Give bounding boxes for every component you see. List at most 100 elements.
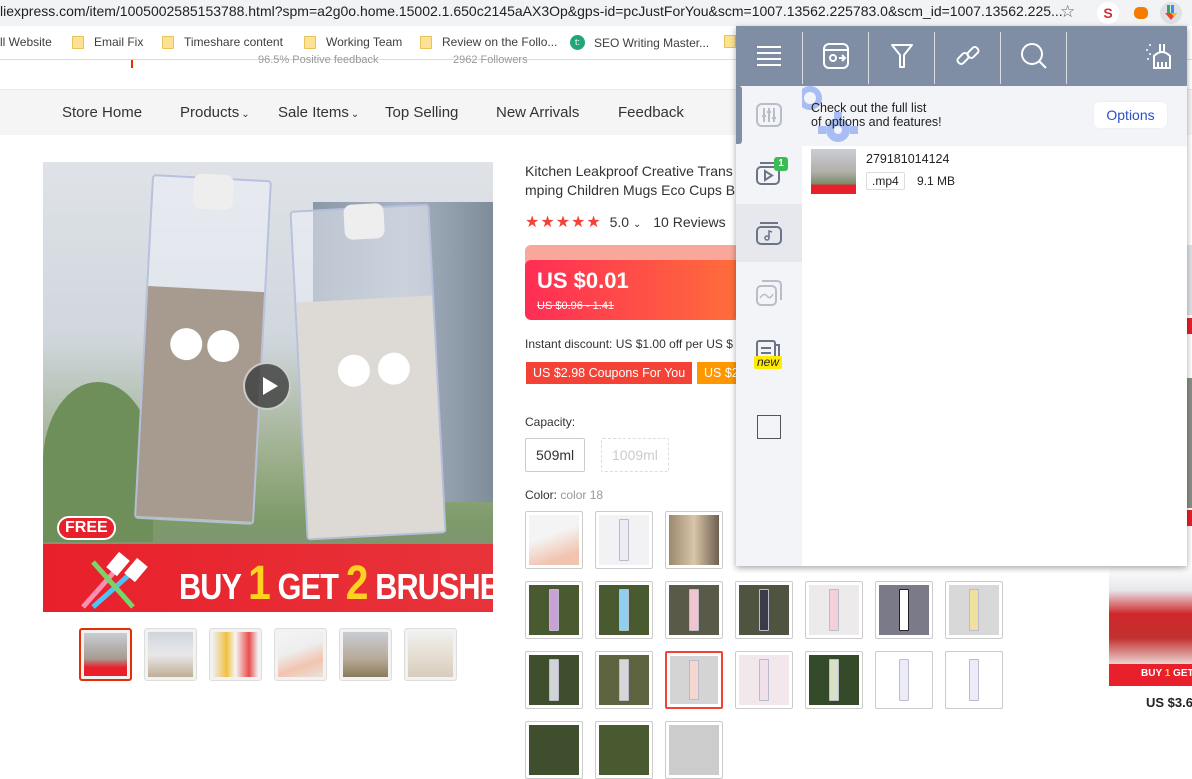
color-swatch[interactable] [735, 581, 793, 639]
color-swatch[interactable] [945, 581, 1003, 639]
settings-export-button[interactable] [803, 26, 869, 86]
popup-sidebar: 1 new [736, 86, 802, 566]
nav-top-selling[interactable]: Top Selling [385, 104, 458, 121]
bookmark-item[interactable]: t: SEO Writing Master... [570, 35, 709, 50]
color-swatch[interactable] [735, 651, 793, 709]
checkbox-icon[interactable] [757, 415, 781, 439]
bookmark-item[interactable]: Email Fix [72, 35, 143, 49]
brushes-icon [81, 552, 148, 609]
coupon-badge[interactable]: US $2 [697, 362, 737, 384]
main-product-image[interactable]: BUY 1 GET 2 BRUSHES FREE [43, 162, 493, 612]
coupon-badge[interactable]: US $2.98 Coupons For You [526, 362, 693, 384]
link-button[interactable] [935, 26, 1001, 86]
bookmark-item[interactable]: Timeshare content [162, 35, 283, 49]
color-swatch[interactable] [805, 581, 863, 639]
seo-extension-icon[interactable]: S [1097, 2, 1119, 24]
swatch-bottle [619, 589, 629, 631]
swatch-image [529, 655, 579, 705]
color-swatch[interactable] [805, 651, 863, 709]
swatch-bottle [619, 519, 629, 561]
related-product-price[interactable]: US $3.6 [1146, 695, 1192, 710]
settings-export-icon [823, 43, 849, 69]
folder-icon [420, 35, 432, 49]
rating-value[interactable]: 5.0 [610, 214, 629, 230]
address-bar[interactable]: liexpress.com/item/1005002585153788.html… [0, 0, 1192, 26]
color-swatch[interactable] [595, 581, 653, 639]
search-icon [1021, 43, 1047, 69]
thumbnail[interactable] [339, 628, 392, 681]
nav-products[interactable]: Products ⌄ [180, 104, 250, 121]
nav-new-arrivals[interactable]: New Arrivals [496, 104, 579, 121]
banner-brushes: BRUSHES [375, 566, 493, 607]
capacity-option-509ml[interactable]: 509ml [525, 438, 586, 472]
thumbnail[interactable] [274, 628, 327, 681]
nav-feedback[interactable]: Feedback [618, 104, 684, 121]
sidebar-item-music[interactable] [736, 204, 802, 262]
nav-store-home[interactable]: Store Home [62, 104, 142, 121]
bookmark-item[interactable]: Review on the Follo... [420, 35, 557, 49]
sidebar-item-equalizer[interactable] [736, 86, 802, 144]
color-swatch-selected[interactable] [665, 651, 723, 709]
bottle-right [289, 202, 447, 541]
filter-button[interactable] [869, 26, 935, 86]
thumbnail[interactable] [79, 628, 132, 681]
capacity-option-1009ml[interactable]: 1009ml [601, 438, 669, 472]
thumbnail[interactable] [209, 628, 262, 681]
swatch-image [949, 585, 999, 635]
robot-extension-icon[interactable] [1130, 2, 1152, 24]
bookmark-label: Email Fix [94, 35, 144, 49]
swatch-image [669, 515, 719, 565]
color-swatch[interactable] [525, 651, 583, 709]
color-swatch[interactable] [525, 581, 583, 639]
color-swatch[interactable] [665, 581, 723, 639]
media-item[interactable]: 279181014124 .mp4 9.1 MB [802, 146, 1187, 200]
downloader-extension-icon[interactable] [1160, 2, 1182, 24]
bookmark-item[interactable]: Working Team [304, 35, 402, 49]
nav-sale-items[interactable]: Sale Items ⌄ [278, 104, 359, 121]
sidebar-item-document[interactable]: new [736, 324, 802, 382]
bookmark-label: Review on the Follo... [442, 35, 558, 49]
color-swatch[interactable] [875, 581, 933, 639]
thumbnail[interactable] [144, 628, 197, 681]
menu-button[interactable] [736, 26, 802, 86]
swatch-bottle [969, 659, 979, 701]
thumbnail-image [213, 632, 258, 677]
url-text[interactable]: liexpress.com/item/1005002585153788.html… [0, 3, 1063, 19]
color-swatch[interactable] [875, 651, 933, 709]
media-format-tag[interactable]: .mp4 [866, 172, 905, 190]
equalizer-icon [756, 103, 782, 127]
thumbnail-image [84, 633, 127, 676]
store-info: 96.5% Positive feedback 2962 Followers [0, 54, 740, 90]
banner-get: GET [277, 566, 339, 607]
bookmark-star-icon[interactable]: ☆ [1060, 2, 1075, 22]
swatch-bottle [969, 589, 979, 631]
sidebar-item-video[interactable]: 1 [736, 144, 802, 202]
color-swatch[interactable] [945, 651, 1003, 709]
color-swatch[interactable] [665, 511, 723, 569]
color-swatch[interactable] [595, 651, 653, 709]
star-rating-icon: ★★★★★ [525, 214, 602, 231]
thumbnail[interactable] [404, 628, 457, 681]
play-video-button[interactable] [243, 362, 291, 410]
folder-icon [304, 35, 316, 49]
search-button[interactable] [1001, 26, 1067, 86]
related-product-image[interactable]: BUY 1 GET [1109, 566, 1192, 686]
reviews-link[interactable]: 10 Reviews [653, 214, 725, 230]
clean-button[interactable] [1125, 26, 1191, 86]
color-swatch[interactable] [525, 511, 583, 569]
bookmark-item[interactable]: ll Website [0, 35, 52, 49]
color-swatch[interactable] [595, 511, 653, 569]
banner-two: 2 [345, 557, 369, 610]
options-button[interactable]: Options [1094, 102, 1167, 128]
sidebar-item-images[interactable] [736, 264, 802, 322]
bookmark-label: Working Team [326, 35, 403, 49]
sidebar-item-checkbox[interactable] [736, 398, 802, 456]
banner-text: BUY 1 GET 2 BRUSHES [179, 556, 493, 611]
milk [296, 295, 445, 539]
product-title: Kitchen Leakproof Creative Trans mping C… [525, 162, 740, 200]
robot-glyph [1134, 7, 1148, 19]
swatch-bottle [899, 659, 909, 701]
swatch-bottle [619, 659, 629, 701]
thumbnail-image [148, 632, 193, 677]
swatch-image [529, 515, 579, 565]
